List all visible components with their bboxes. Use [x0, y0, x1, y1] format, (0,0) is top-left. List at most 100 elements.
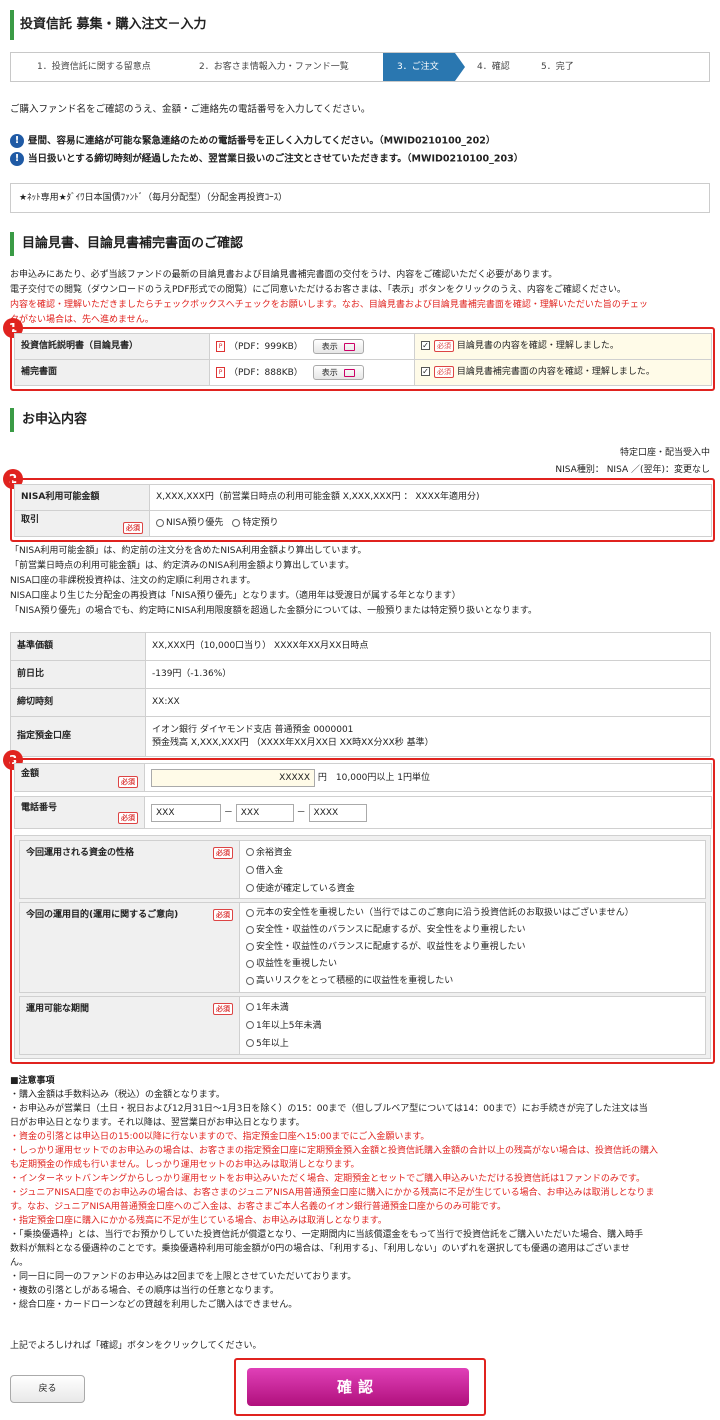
prospectus-frame: 投資信託説明書（目論見書） P （PDF：999KB） 表示 ✓ 必須 目論見書の内容… [10, 327, 715, 391]
info-label: 指定預金口座 [10, 716, 146, 757]
radio-nisa-priority[interactable] [156, 518, 164, 527]
radio-q2-opt5[interactable] [246, 976, 254, 985]
radio-q2-opt4[interactable] [246, 959, 254, 968]
radio-tokutei[interactable] [232, 518, 241, 527]
account-type: 特定口座・配当受入中 [619, 448, 710, 458]
alert-icon: ! [10, 134, 24, 148]
prospectus-label: 補完書面 [14, 359, 210, 386]
fund-info-table: 基準価額 XX,XXX円（10,000口当り） XXXX年XX月XX日時点 前日比… [10, 632, 711, 757]
nisa-amount-label: NISA利用可能金額 [14, 484, 150, 511]
phone-input-2[interactable]: XXX [235, 803, 294, 822]
back-button[interactable]: 戻る [10, 1375, 85, 1403]
amount-unit: 円 [317, 772, 327, 783]
caution-line: す。なお、ジュニアNISA用普通預金口座へのご入金は、お客さまご本人名義のイオン… [10, 1202, 506, 1212]
document-icon [343, 368, 355, 377]
view-prospectus-button[interactable]: 表示 [312, 339, 364, 354]
pdf-size: （PDF：888KB） [229, 368, 303, 378]
q3-label-cell: 運用可能な期間 必須 [19, 996, 240, 1055]
prospectus-label: 投資信託説明書（目論見書） [14, 333, 210, 360]
required-badge: 必須 [118, 775, 138, 788]
amount-input[interactable]: XXXXX [151, 768, 315, 787]
nisa-amount-value: X,XXX,XXX円（前営業日時点の利用可能金額 X,XXX,XXX円 ： XX… [149, 484, 712, 511]
required-badge: 必須 [434, 340, 454, 353]
nisa-note: NISA口座の非課税投資枠は、注文の約定順に利用されます。 [10, 576, 256, 586]
check-label: 目論見書補完書面の内容を確認・理解しました。 [456, 367, 655, 378]
suitability-box: 今回運用される資金の性格 必須 余裕資金 借入金 使途が確定している資金 今回の運… [14, 835, 711, 1059]
prospectus-section-title: 目論見書、目論見書補完書面のご確認 [10, 232, 710, 256]
nisa-frame: NISA利用可能金額 X,XXX,XXX円（前営業日時点の利用可能金額 X,XX… [10, 478, 715, 542]
required-badge: 必須 [213, 909, 233, 921]
radio-q2-opt3[interactable] [246, 942, 254, 951]
info-value: XX,XXX円（10,000口当り） XXXX年XX月XX日時点 [145, 632, 711, 661]
caution-line: ん。 [10, 1258, 29, 1268]
info-label: 基準価額 [10, 632, 146, 661]
info-value: XX:XX [145, 688, 711, 717]
account-cell: イオン銀行 ダイヤモンド支店 普通預金 0000001 預金残高 X,XXX,XX… [145, 716, 711, 757]
warning-2: ! 当日扱いとする締切時刻が経過したため、翌営業日扱いのご注文とさせていただきます… [10, 152, 523, 166]
warning-1: ! 昼間、容易に連絡が可能な緊急連絡のための電話番号を正しく入力してください。（M… [10, 134, 495, 148]
step-3: 3．ご注文 [383, 53, 465, 81]
account-balance: 預金残高 X,XXX,XXX円 （XXXX年XX月XX日 XX時XX分XX秒 基… [152, 737, 434, 748]
prospectus-desc-4: クがない場合は、先へ進めません。 [10, 315, 154, 325]
radio-q2-opt2[interactable] [246, 925, 254, 934]
caution-line: ・お申込みが営業日（土日・祝日および12月31日～1月3日を除く）の15：00ま… [10, 1104, 648, 1114]
phone-input-1[interactable]: XXX [151, 803, 221, 822]
step-5: 5．完了 [541, 62, 574, 72]
document-icon [343, 342, 355, 351]
phone-input-3[interactable]: XXXX [308, 803, 367, 822]
confirm-button[interactable]: 確認 [247, 1368, 469, 1406]
page-title: 投資信託 募集・購入注文－入力 [10, 10, 710, 40]
caution-line: ・資金の引落とは申込日の15:00以降に行ないますので、指定預金口座へ15:00… [10, 1132, 430, 1142]
prospectus-row: 補完書面 P （PDF：888KB） 表示 ✓ 必須 目論見書補完書面の内容を確認・理… [14, 359, 712, 386]
caution-line: ・「乗換優遇枠」とは、当行でお預かりしていた投資信託が償還となり、一定期間内に当… [10, 1230, 644, 1240]
nisa-note: NISA口座より生じた分配金の再投資は「NISA預り優先」となります。（適用年は… [10, 591, 461, 601]
check-label: 目論見書の内容を確認・理解しました。 [456, 341, 619, 352]
supplement-checkbox[interactable]: ✓ [421, 367, 430, 377]
radio-q3-opt2[interactable] [246, 1021, 254, 1029]
info-label: 前日比 [10, 660, 146, 689]
caution-line: 数料が無料となる優遇枠のことです。乗換優遇枠利用可能金額が0円の場合は、「利用す… [10, 1244, 630, 1254]
caution-line: ・インターネットバンキングからしっかり運用セットをお申込みいただく場合、定期預金… [10, 1174, 646, 1184]
radio-q1-opt3[interactable] [246, 884, 254, 892]
account-name: イオン銀行 ダイヤモンド支店 普通預金 0000001 [152, 725, 354, 736]
fund-name: ★ﾈｯﾄ専用★ﾀﾞｲﾜ日本国債ﾌｧﾝﾄﾞ（毎月分配型）（分配金再投資ｺｰｽ） [10, 183, 710, 213]
progress-steps: 1．投資信託に関する留意点 2．お客さま情報入力・ファンド一覧 3．ご注文 4．… [10, 52, 710, 82]
radio-q3-opt3[interactable] [246, 1039, 254, 1047]
application-section-title: お申込内容 [10, 408, 710, 432]
caution-line: ・指定預金口座に購入にかかる残高に不足が生じている場合、お申込みは取消しとなりま… [10, 1216, 387, 1226]
q1-label-cell: 今回運用される資金の性格 必須 [19, 840, 240, 899]
amount-label-cell: 金額 必須 [14, 763, 145, 792]
torihiki-label-cell: 取引 必須 [14, 510, 150, 537]
step-2: 2．お客さま情報入力・ファンド一覧 [199, 62, 349, 72]
prospectus-desc-3: 内容を確認・理解いただきましたらチェックボックスへチェックをお願いします。なお、… [10, 300, 648, 310]
pdf-icon: P [216, 367, 225, 378]
view-supplement-button[interactable]: 表示 [312, 365, 364, 380]
prospectus-checkbox[interactable]: ✓ [421, 341, 430, 351]
nisa-notes: 「NISA利用可能金額」は、約定前の注文分を含めたNISA利用金額より算出してい… [10, 544, 537, 619]
prospectus-desc-1: お申込みにあたり、必ず当該ファンドの最新の目論見書および目論見書補完書面の交付を… [10, 270, 558, 280]
required-badge: 必須 [118, 811, 138, 824]
radio-q2-opt1[interactable] [246, 908, 254, 917]
q2-label-cell: 今回の運用目的(運用に関するご意向) 必須 [19, 902, 240, 993]
caution-line: ・複数の引落としがある場合、その順序は当行の任意となります。 [10, 1286, 279, 1296]
radio-q1-opt1[interactable] [246, 848, 254, 856]
caution-title: ■注意事項 [10, 1076, 55, 1086]
alert-icon: ! [10, 152, 24, 166]
radio-q3-opt1[interactable] [246, 1003, 254, 1011]
required-badge: 必須 [213, 847, 233, 859]
caution-line: ・同一日に同一のファンドのお申込みは2回までを上限とさせていただいております。 [10, 1272, 357, 1282]
phone-label-cell: 電話番号 必須 [14, 796, 145, 829]
caution-line: ・総合口座・カードローンなどの貸越を利用したご購入はできません。 [10, 1300, 298, 1310]
info-value: -139円（-1.36%） [145, 660, 711, 689]
radio-q1-opt2[interactable] [246, 866, 254, 874]
prospectus-row: 投資信託説明書（目論見書） P （PDF：999KB） 表示 ✓ 必須 目論見書の内容… [14, 333, 712, 360]
caution-line: ・購入金額は手数料込み（税込）の金額となります。 [10, 1090, 225, 1100]
nisa-note: 「NISA預り優先」の場合でも、約定時にNISA利用限度額を超過した金額分につい… [10, 606, 537, 616]
caution-line: ・しっかり運用セットでのお申込みの場合は、お客さまの指定預金口座に定期預金預入金… [10, 1146, 659, 1156]
nisa-note: 「前営業日時点の利用可能金額」は、約定済みのNISA利用金額より算出しています。 [10, 561, 355, 571]
caution-line: ・ジュニアNISA口座でのお申込みの場合は、お客さまのジュニアNISA用普通預金… [10, 1188, 655, 1198]
pdf-icon: P [216, 341, 225, 352]
caution-notes: ■注意事項 ・購入金額は手数料込み（税込）の金額となります。・お申込みが営業日（… [10, 1074, 710, 1312]
confirm-instruction: 上記でよろしければ「確認」ボタンをクリックしてください。 [10, 1341, 262, 1351]
caution-line: 日がお申込日となります。それ以降は、翌営業日がお申込日となります。 [10, 1118, 305, 1128]
